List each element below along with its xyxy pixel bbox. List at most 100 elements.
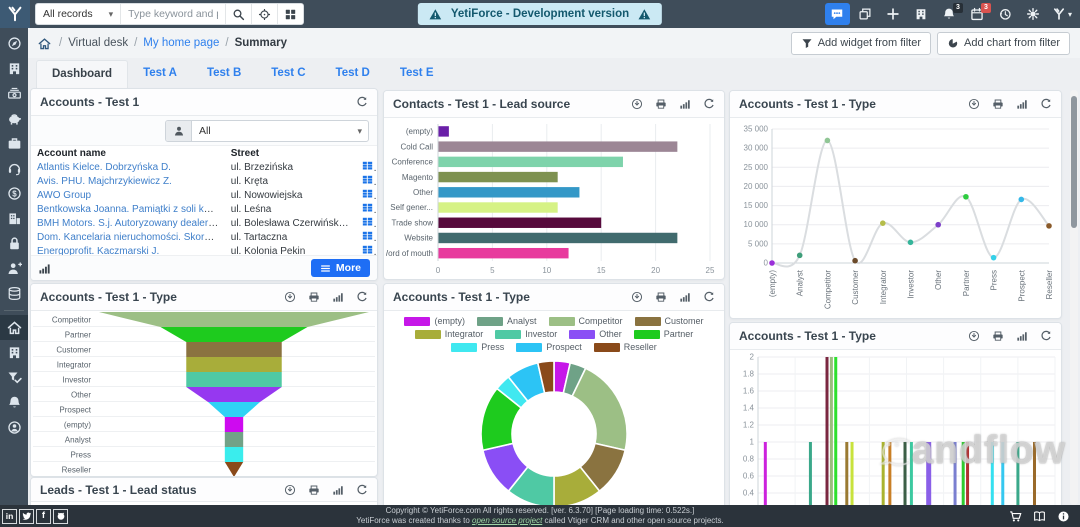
th-icon[interactable] bbox=[362, 160, 373, 171]
chart-bars-icon[interactable] bbox=[1016, 330, 1028, 342]
download-icon[interactable] bbox=[631, 98, 643, 110]
info-icon[interactable] bbox=[1057, 510, 1070, 523]
tab-test-e[interactable]: Test E bbox=[385, 60, 449, 88]
yetiforce-logo[interactable] bbox=[0, 0, 30, 28]
book-icon[interactable] bbox=[1033, 510, 1046, 523]
sidebar-item-headset[interactable] bbox=[0, 156, 28, 181]
account-name-link[interactable]: Dom. Kancelaria nieruchomości. Skorupka … bbox=[37, 232, 225, 243]
chart-bars-icon[interactable] bbox=[332, 291, 344, 303]
legend-item[interactable]: Reseller bbox=[593, 342, 657, 352]
breadcrumb-item[interactable]: My home page bbox=[143, 37, 219, 49]
account-name-link[interactable]: AWO Group bbox=[37, 190, 91, 201]
th-icon[interactable] bbox=[362, 244, 373, 255]
sidebar-item-bell[interactable] bbox=[0, 390, 28, 415]
legend-item[interactable]: Investor bbox=[495, 329, 557, 339]
refresh-icon[interactable] bbox=[703, 291, 715, 303]
notifications-button[interactable]: 3 bbox=[937, 3, 963, 25]
open-source-link[interactable]: open source project bbox=[472, 516, 542, 525]
chart-bars-icon[interactable] bbox=[332, 484, 344, 496]
scrollbar-thumb[interactable] bbox=[1071, 96, 1077, 228]
sidebar-item-organization[interactable] bbox=[0, 340, 28, 365]
owner-filter-select[interactable]: All ▾ bbox=[165, 120, 369, 142]
th-icon[interactable] bbox=[362, 216, 373, 227]
more-button[interactable]: More bbox=[310, 259, 370, 277]
refresh-icon[interactable] bbox=[1040, 330, 1052, 342]
home-icon[interactable] bbox=[38, 37, 51, 50]
account-name-link[interactable]: BMH Motors. S.j. Autoryzowany dealer Nis… bbox=[37, 218, 225, 229]
search-button[interactable] bbox=[225, 4, 252, 24]
facebook-link[interactable]: f bbox=[36, 508, 51, 524]
th-icon[interactable] bbox=[362, 230, 373, 241]
chart-bars-icon[interactable] bbox=[38, 262, 51, 275]
twitter-link[interactable] bbox=[19, 508, 34, 524]
tags-button[interactable] bbox=[853, 3, 878, 25]
download-icon[interactable] bbox=[284, 484, 296, 496]
download-icon[interactable] bbox=[284, 291, 296, 303]
breadcrumb-item[interactable]: Virtual desk bbox=[68, 37, 128, 49]
sidebar-item-piggy-bank[interactable] bbox=[0, 106, 28, 131]
sidebar-item-banknotes[interactable] bbox=[0, 81, 28, 106]
printer-icon[interactable] bbox=[308, 291, 320, 303]
refresh-icon[interactable] bbox=[1040, 98, 1052, 110]
quick-create-button[interactable] bbox=[881, 3, 906, 25]
printer-icon[interactable] bbox=[308, 484, 320, 496]
legend-item[interactable]: Other bbox=[569, 329, 622, 339]
refresh-icon[interactable] bbox=[703, 98, 715, 110]
legend-item[interactable]: Partner bbox=[633, 329, 693, 339]
chat-button[interactable] bbox=[824, 3, 850, 25]
grid-view-button[interactable] bbox=[277, 4, 304, 24]
calendar-button[interactable]: 3 bbox=[965, 3, 991, 25]
sidebar-item-dollar-coin[interactable]: $ bbox=[0, 181, 28, 206]
tab-test-c[interactable]: Test C bbox=[256, 60, 320, 88]
sidebar-item-company[interactable] bbox=[0, 206, 28, 231]
refresh-icon[interactable] bbox=[356, 291, 368, 303]
legend-item[interactable]: Press bbox=[451, 342, 504, 352]
legend-item[interactable]: Integrator bbox=[414, 329, 483, 339]
account-name-link[interactable]: Atlantis Kielce. Dobrzyńska D. bbox=[37, 162, 171, 173]
legend-item[interactable]: Competitor bbox=[548, 316, 623, 326]
github-link[interactable] bbox=[53, 508, 68, 524]
sidebar-item-user-circle[interactable] bbox=[0, 415, 28, 440]
settings-button[interactable] bbox=[1021, 3, 1046, 25]
chart-bars-icon[interactable] bbox=[679, 98, 691, 110]
search-input[interactable] bbox=[121, 4, 226, 24]
sidebar-item-user-plus[interactable] bbox=[0, 256, 28, 281]
linkedin-link[interactable]: in bbox=[2, 508, 17, 524]
advanced-search-button[interactable] bbox=[251, 4, 278, 24]
printer-icon[interactable] bbox=[992, 98, 1004, 110]
sidebar-item-funnel-check[interactable] bbox=[0, 365, 28, 390]
th-icon[interactable] bbox=[362, 188, 373, 199]
tab-test-d[interactable]: Test D bbox=[321, 60, 385, 88]
add-chart-from-filter-button[interactable]: Add chart from filter bbox=[937, 31, 1070, 55]
add-widget-from-filter-button[interactable]: Add widget from filter bbox=[790, 31, 932, 55]
legend-item[interactable]: Customer bbox=[634, 316, 704, 326]
sidebar-item-briefcase[interactable] bbox=[0, 131, 28, 156]
printer-icon[interactable] bbox=[655, 98, 667, 110]
legend-item[interactable]: Prospect bbox=[516, 342, 582, 352]
user-menu-button[interactable]: ▾ bbox=[1049, 3, 1075, 25]
chart-bars-icon[interactable] bbox=[679, 291, 691, 303]
sidebar-item-home[interactable] bbox=[0, 315, 28, 340]
th-icon[interactable] bbox=[362, 174, 373, 185]
sidebar-item-lock[interactable] bbox=[0, 231, 28, 256]
chart-bars-icon[interactable] bbox=[1016, 98, 1028, 110]
refresh-icon[interactable] bbox=[356, 96, 368, 108]
companies-button[interactable] bbox=[909, 3, 934, 25]
printer-icon[interactable] bbox=[655, 291, 667, 303]
download-icon[interactable] bbox=[968, 98, 980, 110]
tab-test-a[interactable]: Test A bbox=[128, 60, 192, 88]
tab-dashboard[interactable]: Dashboard bbox=[36, 60, 129, 88]
legend-item[interactable]: (empty) bbox=[404, 316, 465, 326]
sidebar-item-buildings[interactable] bbox=[0, 56, 28, 81]
refresh-icon[interactable] bbox=[356, 484, 368, 496]
account-name-link[interactable]: Bentkowska Joanna. Pamiątki z soli kamie… bbox=[37, 204, 225, 215]
legend-item[interactable]: Analyst bbox=[476, 316, 537, 326]
download-icon[interactable] bbox=[968, 330, 980, 342]
download-icon[interactable] bbox=[631, 291, 643, 303]
account-name-link[interactable]: Avis. PHU. Majchrzykiewicz Z. bbox=[37, 176, 172, 187]
sidebar-item-compass[interactable] bbox=[0, 31, 28, 56]
search-scope-select[interactable]: All records ▾ bbox=[36, 4, 122, 24]
history-button[interactable] bbox=[993, 3, 1018, 25]
cart-icon[interactable] bbox=[1009, 510, 1022, 523]
sidebar-item-database[interactable] bbox=[0, 281, 28, 306]
